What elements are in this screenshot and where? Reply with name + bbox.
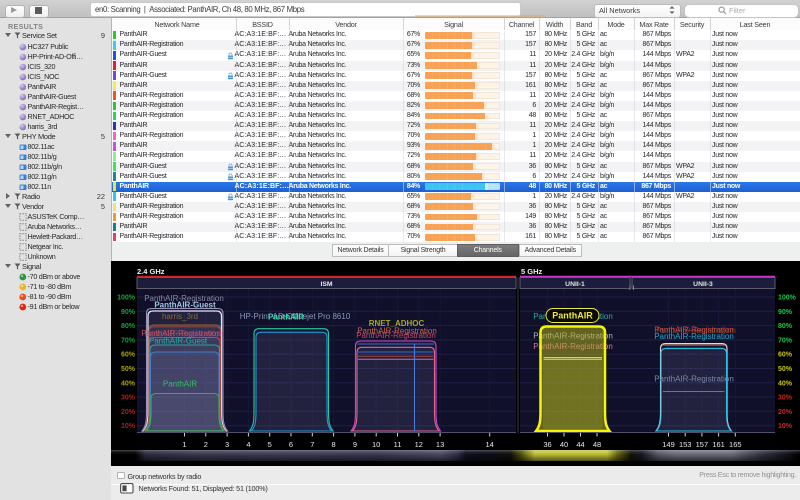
svg-text:149: 149 [662, 440, 675, 449]
svg-text:90%: 90% [778, 309, 793, 316]
svg-text:PanthAIR-Registration: PanthAIR-Registration [654, 332, 734, 341]
svg-text:157: 157 [696, 440, 709, 449]
svg-text:14: 14 [486, 440, 494, 449]
svg-text:PanthAIR: PanthAIR [268, 313, 304, 322]
svg-text:ISM: ISM [320, 281, 332, 288]
svg-text:PanthAIR: PanthAIR [163, 380, 197, 389]
svg-text:44: 44 [576, 440, 584, 449]
svg-text:5 GHz: 5 GHz [521, 267, 543, 276]
svg-text:PanthAIR-Guest: PanthAIR-Guest [149, 336, 208, 345]
svg-text:30%: 30% [778, 395, 793, 402]
svg-text:20%: 20% [121, 409, 136, 416]
svg-text:36: 36 [543, 440, 551, 449]
svg-text:40: 40 [560, 440, 568, 449]
svg-text:50%: 50% [778, 366, 793, 373]
svg-text:8: 8 [332, 440, 336, 449]
svg-text:48: 48 [593, 440, 601, 449]
svg-text:161: 161 [712, 440, 725, 449]
svg-text:PanthAIR: PanthAIR [552, 310, 593, 320]
svg-text:50%: 50% [121, 366, 136, 373]
svg-text:10: 10 [372, 440, 380, 449]
svg-text:PanthAIR-Registration: PanthAIR-Registration [654, 375, 734, 384]
svg-text:2: 2 [204, 440, 208, 449]
svg-text:100%: 100% [778, 295, 797, 302]
svg-text:11: 11 [394, 440, 402, 449]
svg-text:80%: 80% [778, 323, 793, 330]
svg-text:70%: 70% [778, 337, 793, 344]
svg-text:12: 12 [415, 440, 423, 449]
svg-text:20%: 20% [778, 409, 793, 416]
svg-text:60%: 60% [778, 352, 793, 359]
svg-text:30%: 30% [121, 395, 136, 402]
svg-text:PanthAIR-Guest: PanthAIR-Guest [154, 301, 216, 310]
svg-text:harris_3rd: harris_3rd [162, 312, 198, 321]
svg-text:10%: 10% [121, 423, 136, 430]
svg-text:PanthAIR-Registration: PanthAIR-Registration [356, 331, 436, 340]
svg-text:100%: 100% [117, 295, 136, 302]
svg-text:4: 4 [246, 440, 250, 449]
svg-text:80%: 80% [121, 323, 136, 330]
svg-text:2.4 GHz: 2.4 GHz [137, 267, 165, 276]
svg-text:13: 13 [436, 440, 444, 449]
svg-text:UNII-1: UNII-1 [565, 281, 585, 288]
svg-text:UNII-3: UNII-3 [693, 281, 713, 288]
svg-text:3: 3 [225, 440, 229, 449]
svg-text:60%: 60% [121, 352, 136, 359]
svg-text:6: 6 [289, 440, 293, 449]
svg-text:40%: 40% [121, 380, 136, 387]
svg-text:5: 5 [268, 440, 272, 449]
svg-text:10%: 10% [778, 423, 793, 430]
svg-text:7: 7 [310, 440, 314, 449]
svg-text:40%: 40% [778, 380, 793, 387]
svg-text:1: 1 [182, 440, 186, 449]
svg-text:165: 165 [729, 440, 742, 449]
svg-text:9: 9 [353, 440, 357, 449]
svg-text:90%: 90% [121, 309, 136, 316]
svg-text:70%: 70% [121, 337, 136, 344]
svg-text:153: 153 [679, 440, 692, 449]
